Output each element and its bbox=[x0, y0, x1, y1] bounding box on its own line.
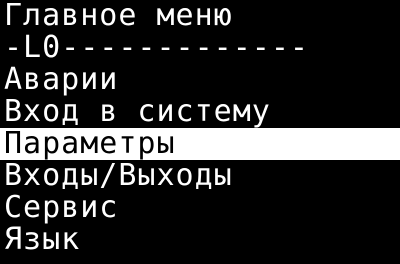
menu-level-indicator: -L0------------- bbox=[4, 32, 309, 64]
menu-item-parameters[interactable]: Параметры bbox=[0, 128, 400, 160]
lcd-screen: Главное меню -L0------------- Аварии Вхо… bbox=[0, 0, 400, 264]
menu-item-inputs-outputs[interactable]: Входы/Выходы bbox=[0, 160, 400, 192]
menu-title: Главное меню bbox=[4, 0, 233, 32]
menu-item-login[interactable]: Вход в систему bbox=[0, 96, 400, 128]
menu-item-service[interactable]: Сервис bbox=[0, 192, 400, 224]
menu-item-alarms[interactable]: Аварии bbox=[0, 64, 400, 96]
menu-item-language[interactable]: Язык bbox=[0, 224, 400, 256]
